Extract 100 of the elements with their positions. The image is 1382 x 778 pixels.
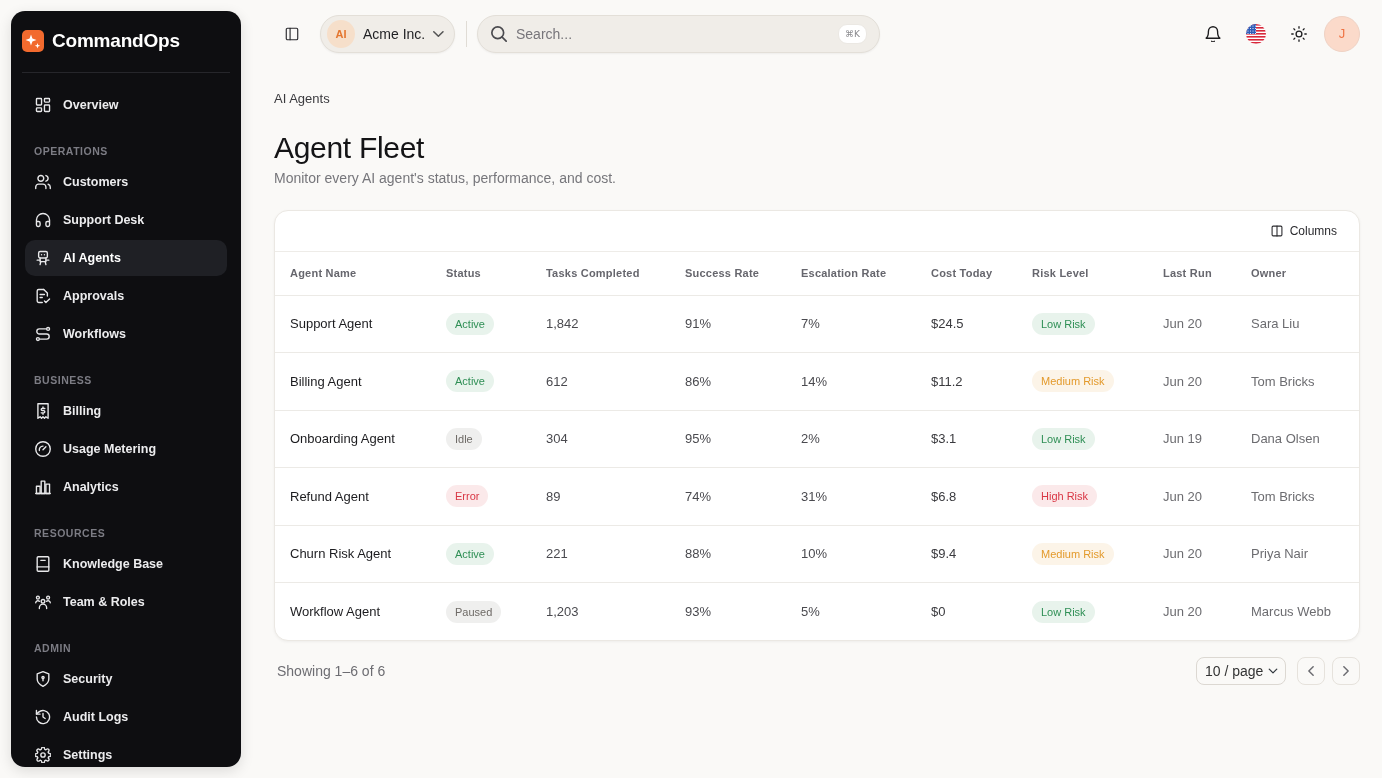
nav-item[interactable]: Billing	[25, 393, 227, 429]
table-cell: 304	[531, 410, 670, 468]
column-header: Success Rate	[670, 252, 786, 295]
table-cell: Jun 20	[1148, 582, 1236, 640]
table-cell: Jun 19	[1148, 410, 1236, 468]
page-size-select[interactable]: 10 / page	[1196, 657, 1286, 685]
table-cell: $24.5	[916, 295, 1017, 353]
headset-icon	[35, 212, 51, 228]
table-cell: 86%	[670, 352, 786, 410]
nav-item[interactable]: Analytics	[25, 469, 227, 505]
receipt-icon	[35, 403, 51, 419]
table-cell: 10%	[786, 525, 916, 583]
table-cell: 1,842	[531, 295, 670, 353]
nav-item[interactable]: Customers	[25, 164, 227, 200]
table-cell: Tom Bricks	[1236, 352, 1359, 410]
table-cell: Support Agent	[275, 295, 431, 353]
table-cell: Tom Bricks	[1236, 467, 1359, 525]
risk-badge: Low Risk	[1032, 600, 1095, 623]
organization-switcher[interactable]: AI Acme Inc.	[320, 15, 455, 53]
chevron-down-icon	[433, 28, 444, 40]
risk-badge: High Risk	[1032, 485, 1098, 508]
users-icon	[35, 174, 51, 190]
nav-item[interactable]: Overview	[25, 87, 227, 123]
table-cell: Workflow Agent	[275, 582, 431, 640]
table-cell: Dana Olsen	[1236, 410, 1359, 468]
column-header: Agent Name	[275, 252, 431, 295]
table-cell: $9.4	[916, 525, 1017, 583]
bar-chart-icon	[35, 479, 51, 495]
nav-section-heading: RESOURCES	[33, 526, 107, 540]
nav-item[interactable]: Knowledge Base	[25, 546, 227, 582]
table-cell: 7%	[786, 295, 916, 353]
table-cell: Refund Agent	[275, 467, 431, 525]
nav-item[interactable]: Workflows	[25, 316, 227, 352]
table-cell: 93%	[670, 582, 786, 640]
table-cell: Billing Agent	[275, 352, 431, 410]
nav-item[interactable]: Team & Roles	[25, 584, 227, 620]
nav-item[interactable]: Audit Logs	[25, 699, 227, 735]
chevron-right-icon	[1341, 666, 1351, 676]
table-cell: 91%	[670, 295, 786, 353]
table-cell: Marcus Webb	[1236, 582, 1359, 640]
risk-badge: Low Risk	[1032, 427, 1095, 450]
table-cell: Jun 20	[1148, 467, 1236, 525]
table-cell: Jun 20	[1148, 295, 1236, 353]
nav-item[interactable]: AI Agents	[25, 240, 227, 276]
table-cell: Onboarding Agent	[275, 410, 431, 468]
pagination-summary: Showing 1–6 of 6	[276, 661, 386, 681]
nav-section-heading: BUSINESS	[33, 373, 93, 387]
risk-badge: Medium Risk	[1032, 542, 1114, 565]
brand-name: CommandOps	[52, 28, 180, 53]
gauge-icon	[35, 441, 51, 457]
table-cell: Jun 20	[1148, 525, 1236, 583]
table-cell: 612	[531, 352, 670, 410]
table-cell: 88%	[670, 525, 786, 583]
status-badge: Active	[446, 370, 494, 393]
columns-icon	[1270, 225, 1283, 237]
column-header: Risk Level	[1017, 252, 1148, 295]
risk-badge: Low Risk	[1032, 312, 1095, 335]
table-cell: 221	[531, 525, 670, 583]
column-header: Status	[431, 252, 531, 295]
column-header: Tasks Completed	[531, 252, 670, 295]
column-header: Last Run	[1148, 252, 1236, 295]
history-icon	[35, 709, 51, 725]
column-header: Cost Today	[916, 252, 1017, 295]
table-cell: $11.2	[916, 352, 1017, 410]
search-icon	[491, 26, 507, 42]
nav-item[interactable]: Settings	[25, 737, 227, 767]
shield-icon	[35, 671, 51, 687]
nav-section-heading: ADMIN	[33, 641, 73, 655]
page-subtitle: Monitor every AI agent's status, performance, and cost.	[274, 169, 617, 188]
chevron-left-icon	[1306, 666, 1316, 676]
document-check-icon	[35, 288, 51, 304]
table-cell: Priya Nair	[1236, 525, 1359, 583]
flag-icon[interactable]	[1246, 24, 1266, 44]
table-cell: $0	[916, 582, 1017, 640]
status-badge: Paused	[446, 600, 502, 623]
settings-icon	[35, 747, 51, 763]
sun-icon[interactable]	[1291, 26, 1307, 42]
nav-item[interactable]: Usage Metering	[25, 431, 227, 467]
table-cell: 74%	[670, 467, 786, 525]
table-cell: Sara Liu	[1236, 295, 1359, 353]
column-header: Owner	[1236, 252, 1359, 295]
status-badge: Idle	[446, 427, 482, 450]
columns-button[interactable]: Columns	[1266, 219, 1341, 243]
nav-section-heading: OPERATIONS	[33, 144, 109, 158]
nav-item[interactable]: Approvals	[25, 278, 227, 314]
table-cell: 1,203	[531, 582, 670, 640]
grid-icon	[35, 97, 51, 113]
column-header: Escalation Rate	[786, 252, 916, 295]
bell-icon[interactable]	[1205, 26, 1221, 42]
book-icon	[35, 556, 51, 572]
table-cell: 31%	[786, 467, 916, 525]
sidebar-panel-icon[interactable]	[285, 27, 299, 41]
table-cell: Churn Risk Agent	[275, 525, 431, 583]
table-cell: 2%	[786, 410, 916, 468]
table-cell: 95%	[670, 410, 786, 468]
table-cell: 14%	[786, 352, 916, 410]
route-icon	[35, 326, 51, 342]
sparkle-logo-icon	[22, 30, 44, 52]
nav-item[interactable]: Security	[25, 661, 227, 697]
nav-item[interactable]: Support Desk	[25, 202, 227, 238]
